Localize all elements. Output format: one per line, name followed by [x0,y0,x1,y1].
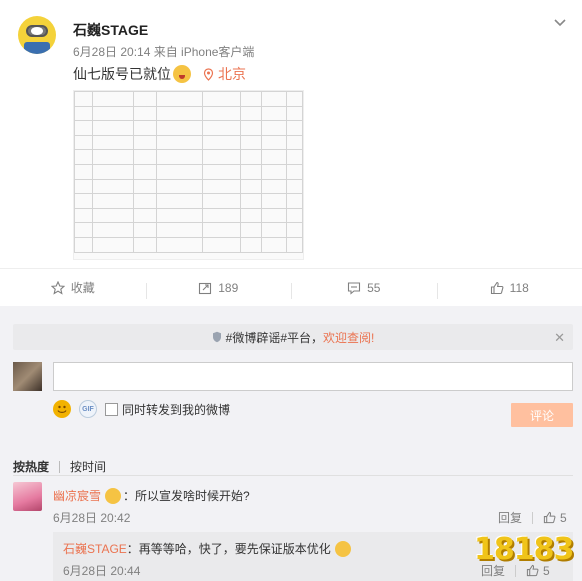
notice-link[interactable]: 欢迎查阅! [323,329,374,346]
location-label: 北京 [218,66,246,82]
author-avatar[interactable] [18,16,56,54]
repost-button[interactable]: 189 [145,280,292,299]
sort-by-time[interactable]: 按时间 [70,458,106,475]
gif-picker-icon[interactable]: GIF [79,400,97,418]
replier-name[interactable]: 石巍STAGE [63,540,127,557]
shout-emoji-icon [173,65,191,83]
repost-count: 189 [218,280,239,295]
comment-icon [348,281,361,295]
weibo-post: 石巍STAGE 6月28日 20:14 来自 iPhone客户端 仙七版号已就位… [0,0,582,268]
post-image-document[interactable] [73,90,304,260]
location-pin-icon [203,67,214,81]
close-icon[interactable]: ✕ [554,330,565,346]
shield-icon [212,331,221,343]
watermark-logo: 18183 [474,522,574,576]
author-name[interactable]: 石巍STAGE [73,20,148,40]
avatar-overall [24,42,50,54]
sort-by-hot[interactable]: 按热度 [13,458,49,475]
comment-line: 幽凉宸雪 ：所以宣发啥时候开始? [53,487,250,504]
sort-bar: 按热度 按时间 [13,458,106,475]
like-button[interactable]: 118 [436,280,582,299]
reply-line: 石巍STAGE ：再等等哈，快了，要先保证版本优化 [63,540,353,557]
star-icon [50,280,65,295]
repost-checkbox[interactable] [105,402,118,416]
comment-button[interactable]: 55 [291,280,437,299]
emoji-icon [334,540,351,557]
comment-input[interactable] [53,362,573,391]
post-meta: 6月28日 20:14 来自 iPhone客户端 [73,45,255,59]
reply-text: ：再等等哈，快了，要先保证版本优化 [126,542,331,556]
avatar-eye [31,27,43,35]
comment-tools: GIF 同时转发到我的微博 [53,400,230,418]
comment-time: 6月28日 20:42 [53,511,131,525]
submit-comment-button[interactable]: 评论 [511,403,573,427]
favorite-button[interactable]: 收藏 [0,279,146,296]
watermark-text: 18183 [474,532,574,567]
post-text-row: 仙七版号已就位 北京 [73,64,246,84]
comment-text: ：所以宣发啥时候开始? [123,489,250,503]
commenter-name[interactable]: 幽凉宸雪 [53,487,101,504]
reply-time: 6月28日 20:44 [63,564,141,578]
post-action-bar: 收藏 189 55 118 [0,268,582,306]
thumbs-up-icon [490,281,504,294]
commenter-avatar[interactable] [13,482,42,511]
comment-count: 55 [367,280,381,295]
emoji-picker-icon[interactable] [53,400,71,418]
emoji-icon [105,487,122,504]
sort-divider [59,460,61,473]
repost-checkbox-label: 同时转发到我的微博 [122,402,231,417]
repost-icon [199,282,212,294]
divider [13,475,573,476]
rumor-notice-banner: #微博辟谣#平台， 欢迎查阅! ✕ [13,324,573,350]
my-avatar[interactable] [13,362,42,391]
post-text: 仙七版号已就位 [73,66,171,82]
chevron-down-icon[interactable] [553,16,567,30]
notice-text: #微博辟谣#平台， [225,330,323,345]
document-table [74,91,303,253]
location-link[interactable]: 北京 [203,64,246,84]
like-count: 118 [509,280,529,295]
favorite-label: 收藏 [70,281,95,295]
smile-face-icon [57,405,67,413]
